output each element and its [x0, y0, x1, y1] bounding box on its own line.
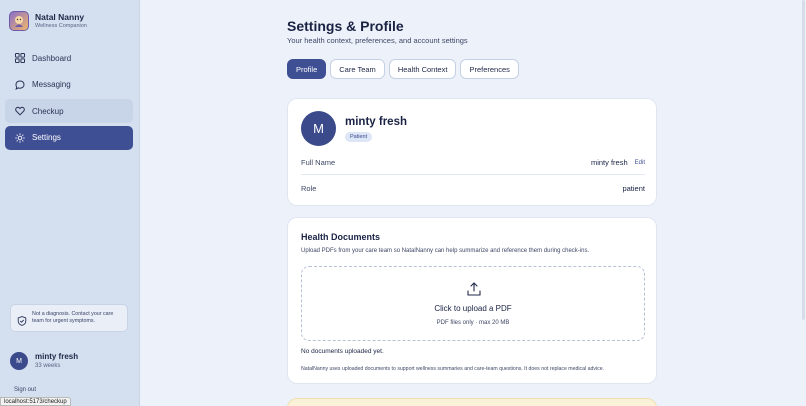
profile-row-full-name: Full Name minty fresh Edit	[301, 151, 645, 175]
sidebar-item-label: Settings	[32, 133, 61, 142]
grid-icon	[14, 53, 25, 64]
edit-name-button[interactable]: Edit	[635, 160, 645, 166]
user-name: minty fresh	[35, 352, 79, 361]
row-label: Full Name	[301, 158, 336, 167]
tab-care-team[interactable]: Care Team	[330, 59, 385, 79]
brand-logo-icon	[9, 11, 29, 31]
upload-hint: PDF files only · max 20 MB	[436, 320, 510, 326]
tab-health-context[interactable]: Health Context	[388, 59, 457, 79]
pdf-upload-dropzone[interactable]: Click to upload a PDF PDF files only · m…	[301, 266, 645, 341]
avatar: M	[301, 111, 336, 146]
profile-row-role: Role patient	[301, 176, 645, 200]
sidebar-item-messaging[interactable]: Messaging	[5, 73, 133, 97]
brand-subtitle: Wellness Companion	[35, 23, 87, 29]
upload-label: Click to upload a PDF	[434, 304, 512, 313]
sidebar-nav: Dashboard Messaging Checkup Settings	[5, 46, 133, 152]
row-value: minty fresh	[590, 158, 628, 167]
pregnancy-week: 33 weeks	[35, 363, 61, 369]
profile-name: minty fresh	[345, 116, 407, 128]
next-card-peek	[287, 398, 657, 406]
row-value: patient	[622, 183, 645, 193]
empty-state-text: No documents uploaded yet.	[301, 348, 384, 355]
brand[interactable]: Natal Nanny Wellness Companion	[9, 11, 87, 31]
user-profile[interactable]: M minty fresh 33 weeks	[10, 352, 78, 370]
scrollbar-thumb[interactable]	[802, 0, 805, 320]
sign-out-link[interactable]: Sign out	[14, 387, 36, 393]
page-subtitle: Your health context, preferences, and ac…	[287, 36, 468, 45]
avatar: M	[10, 352, 28, 370]
page-scrollbar[interactable]	[801, 0, 806, 406]
sun-gear-icon	[14, 132, 25, 143]
sidebar-item-settings[interactable]: Settings	[5, 125, 133, 150]
upload-icon	[466, 282, 482, 297]
heart-icon	[14, 106, 25, 117]
tab-profile[interactable]: Profile	[287, 59, 327, 79]
brand-title: Natal Nanny	[35, 12, 85, 22]
role-badge: Patient	[345, 132, 373, 142]
sidebar-item-dashboard[interactable]: Dashboard	[5, 46, 133, 70]
sidebar-item-label: Dashboard	[32, 53, 72, 63]
sidebar-item-label: Checkup	[32, 106, 64, 116]
chat-bubble-icon	[14, 79, 25, 90]
documents-footnote: NatalNanny uses uploaded documents to su…	[301, 366, 605, 372]
tab-preferences[interactable]: Preferences	[460, 59, 519, 79]
sidebar: Natal Nanny Wellness Companion Dashboard	[0, 0, 140, 406]
section-title: Health Documents	[301, 232, 381, 242]
sidebar-item-label: Messaging	[32, 80, 71, 89]
row-label: Role	[301, 183, 317, 193]
disclaimer-banner: Not a diagnosis. Contact your care team …	[10, 304, 128, 332]
status-bar-url: localhost:5173/checkup	[0, 397, 71, 406]
health-documents-card: Health Documents Upload PDFs from your c…	[287, 217, 657, 384]
page-title: Settings & Profile	[287, 18, 404, 34]
disclaimer-text: Not a diagnosis. Contact your care team …	[32, 310, 114, 325]
shield-check-icon	[17, 313, 27, 326]
settings-tabs: Profile Care Team Health Context Prefere…	[287, 59, 523, 79]
profile-card: M minty fresh Patient Full Name minty fr…	[287, 98, 657, 206]
sidebar-item-checkup[interactable]: Checkup	[5, 99, 133, 123]
section-description: Upload PDFs from your care team so Natal…	[301, 248, 590, 254]
